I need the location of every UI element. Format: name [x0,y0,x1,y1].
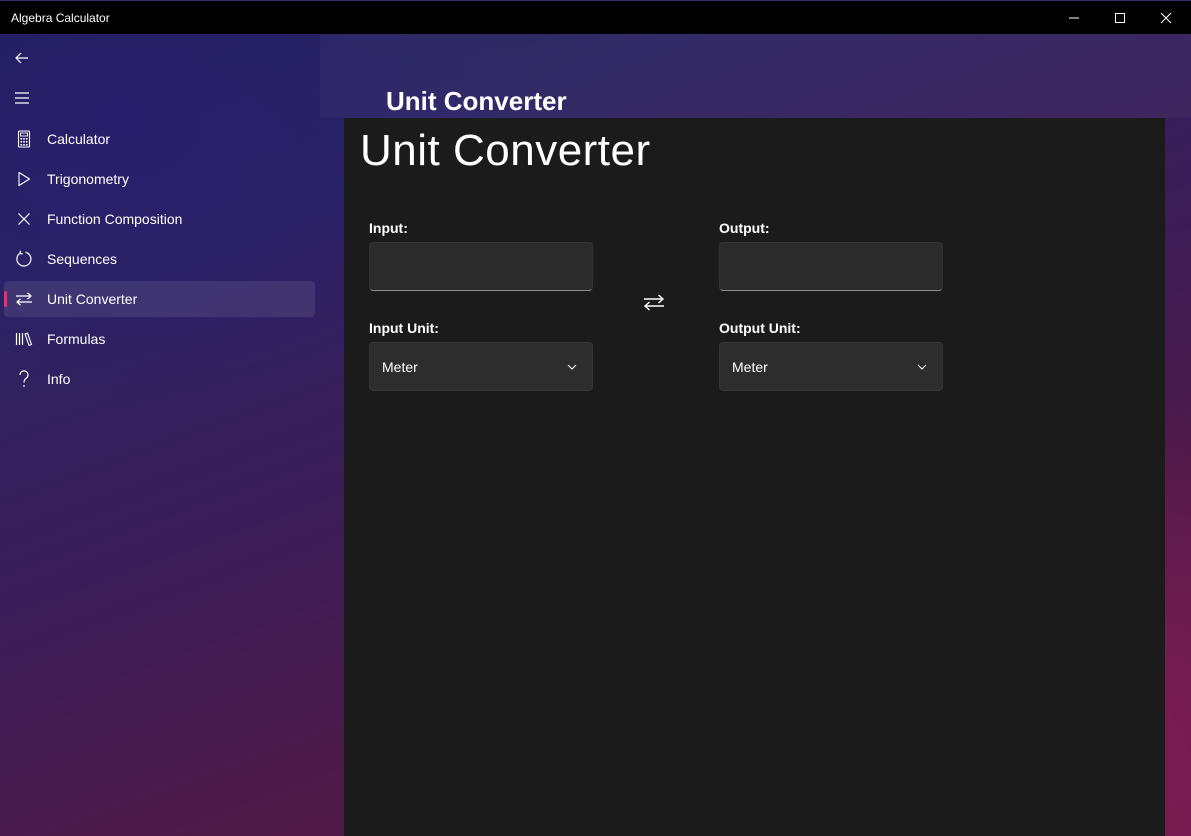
nav-label-function-composition: Function Composition [47,211,183,227]
nav-item-formulas[interactable]: Formulas [4,321,315,357]
selection-indicator [4,291,7,307]
library-books-icon [14,329,34,349]
nav-item-sequences[interactable]: Sequences [4,241,315,277]
menu-toggle-button[interactable] [4,82,40,114]
output-label: Output: [719,220,770,236]
output-field[interactable] [719,242,943,291]
nav-label-info: Info [47,371,71,387]
main-content: Unit Converter Input: Output: Input Unit… [344,118,1165,836]
app-window: Algebra Calculator Calculator Trigonomet… [0,0,1191,836]
page-title: Unit Converter [360,126,651,175]
nav-label-calculator: Calculator [47,131,111,147]
chevron-down-icon [917,364,927,370]
app-title: Algebra Calculator [11,11,110,25]
output-unit-value: Meter [732,359,768,375]
page-header: Unit Converter [320,34,1191,118]
back-button[interactable] [4,42,40,74]
title-bar: Algebra Calculator [0,0,1191,34]
nav-label-trigonometry: Trigonometry [47,171,129,187]
calculator-icon [14,129,34,149]
close-icon [1160,12,1172,24]
output-unit-label: Output Unit: [719,320,801,336]
x-cross-icon [14,209,34,229]
minimize-button[interactable] [1051,1,1097,35]
triangle-play-icon [14,169,34,189]
nav-item-trigonometry[interactable]: Trigonometry [4,161,315,197]
header-title: Unit Converter [386,86,567,116]
nav-label-formulas: Formulas [47,331,106,347]
maximize-icon [1115,13,1125,23]
nav-item-calculator[interactable]: Calculator [4,121,315,157]
swap-arrows-icon [643,293,665,311]
question-mark-icon [14,369,34,389]
swap-units-button[interactable] [636,286,672,318]
close-button[interactable] [1143,1,1189,35]
minimize-icon [1069,17,1079,19]
refresh-circle-icon [14,249,34,269]
swap-arrows-icon [14,289,34,309]
nav-label-sequences: Sequences [47,251,118,267]
nav-item-info[interactable]: Info [4,361,315,397]
input-label: Input: [369,220,408,236]
input-unit-dropdown[interactable]: Meter [369,342,593,391]
nav-item-function-composition[interactable]: Function Composition [4,201,315,237]
chevron-down-icon [567,364,577,370]
hamburger-menu-icon [15,92,29,104]
input-unit-value: Meter [382,359,418,375]
nav-label-unit-converter: Unit Converter [47,291,138,307]
output-unit-dropdown[interactable]: Meter [719,342,943,391]
input-unit-label: Input Unit: [369,320,439,336]
back-arrow-icon [15,52,28,64]
maximize-button[interactable] [1097,1,1143,35]
input-field[interactable] [369,242,593,291]
nav-item-unit-converter[interactable]: Unit Converter [4,281,315,317]
